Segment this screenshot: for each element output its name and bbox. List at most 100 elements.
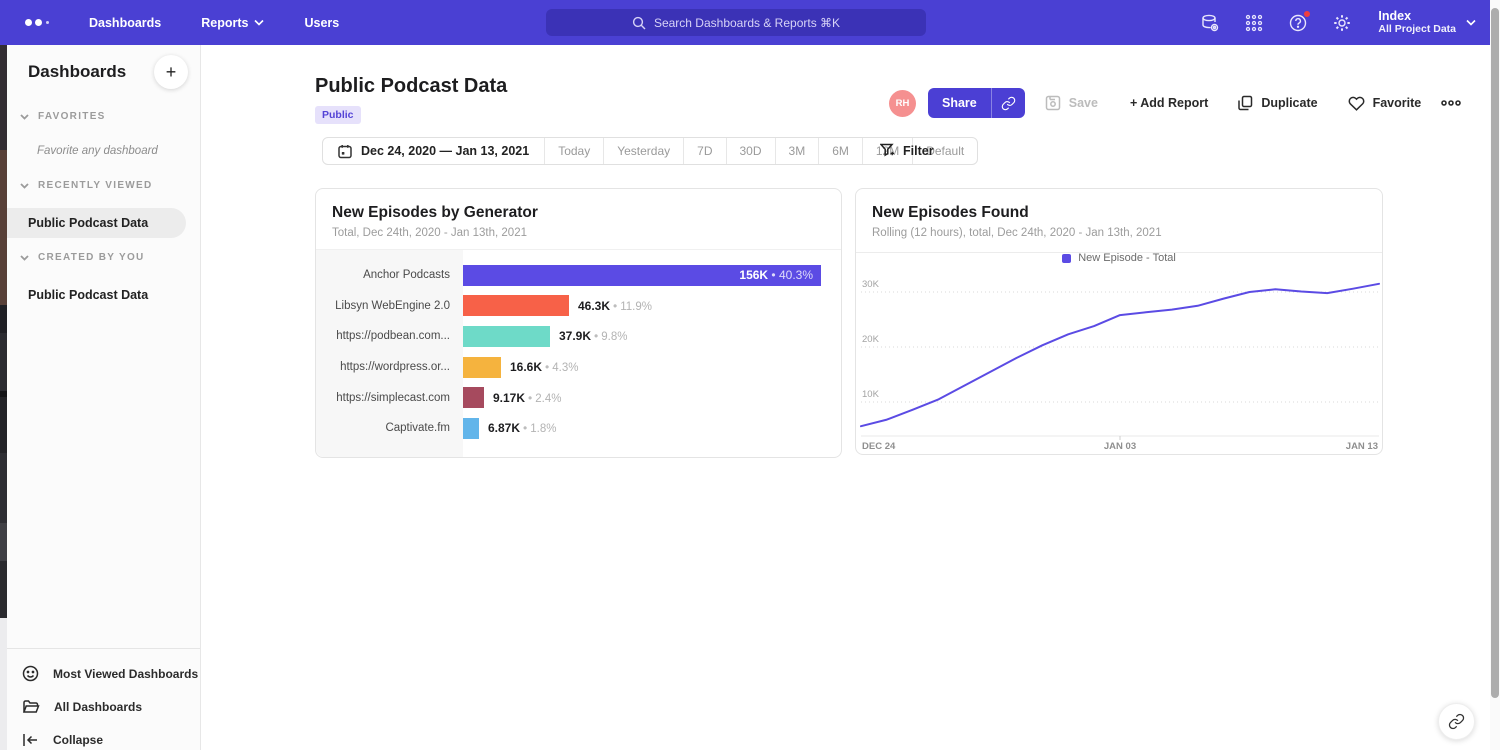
public-badge: Public	[315, 106, 361, 124]
bar-segment[interactable]	[463, 357, 501, 378]
legend-swatch	[1062, 254, 1071, 263]
share-link-button[interactable]	[991, 88, 1025, 118]
chevron-down-icon	[20, 114, 29, 120]
report-card-new-episodes-found: New Episodes Found Rolling (12 hours), t…	[855, 188, 1383, 455]
folder-icon	[22, 699, 40, 715]
project-name: Index	[1378, 9, 1456, 23]
report-subtitle: Rolling (12 hours), total, Dec 24th, 202…	[872, 227, 1366, 239]
share-split-button: Share	[928, 88, 1025, 118]
favorite-button[interactable]: Favorite	[1348, 96, 1422, 111]
collapse-icon	[22, 733, 39, 747]
bar-segment[interactable]	[463, 295, 569, 316]
bar-value-label: 16.6K•4.3%	[510, 360, 578, 374]
report-card-new-episodes-by-generator: New Episodes by Generator Total, Dec 24t…	[315, 188, 842, 458]
chart-legend: New Episode - Total	[856, 252, 1382, 264]
preset-yesterday[interactable]: Yesterday	[604, 138, 684, 164]
all-dashboards-button[interactable]: All Dashboards	[7, 690, 200, 723]
bar-segment[interactable]	[463, 418, 479, 439]
bar-chart: Anchor Podcasts156K • 40.3%Libsyn WebEng…	[316, 249, 841, 457]
avatar[interactable]: RH	[889, 90, 916, 117]
data-sources-icon[interactable]	[1200, 13, 1220, 33]
x-tick-jan13: JAN 13	[1346, 441, 1378, 452]
sidebar-section-created-by-you[interactable]: CREATED BY YOU	[20, 252, 145, 263]
x-tick-jan03: JAN 03	[1104, 441, 1136, 452]
preset-today[interactable]: Today	[545, 138, 604, 164]
preset-3m[interactable]: 3M	[776, 138, 820, 164]
bar-row: https://podbean.com...37.9K•9.8%	[316, 321, 841, 352]
bar-value-label: 6.87K•1.8%	[488, 421, 556, 435]
sidebar-item-public-podcast-data[interactable]: Public Podcast Data	[7, 208, 186, 238]
sidebar-item-public-podcast-data-created[interactable]: Public Podcast Data	[7, 280, 148, 310]
dashboard-actions: RH Share Save + Add Report Duplicate Fav…	[889, 88, 1461, 118]
sidebar-section-favorites[interactable]: FAVORITES	[20, 111, 106, 122]
filter-funnel-icon	[880, 143, 895, 159]
scrollbar-thumb[interactable]	[1491, 8, 1499, 698]
link-icon	[1001, 96, 1016, 111]
preset-6m[interactable]: 6M	[819, 138, 863, 164]
report-subtitle: Total, Dec 24th, 2020 - Jan 13th, 2021	[332, 227, 825, 239]
duplicate-icon	[1238, 95, 1253, 111]
chevron-down-icon	[1466, 19, 1476, 26]
bar-category-label: https://wordpress.or...	[316, 361, 463, 373]
preset-30d[interactable]: 30D	[727, 138, 776, 164]
bar-value-label: 46.3K•11.9%	[578, 299, 652, 313]
brand-logo-icon[interactable]	[25, 19, 49, 26]
bar-category-label: https://simplecast.com	[316, 392, 463, 404]
page-scrollbar[interactable]	[1490, 0, 1500, 750]
nav-item-dashboards[interactable]: Dashboards	[89, 16, 161, 30]
nav-right-cluster: Index All Project Data	[1200, 0, 1476, 45]
save-button[interactable]: Save	[1045, 95, 1098, 111]
nav-item-users[interactable]: Users	[304, 16, 339, 30]
filter-button[interactable]: Filter	[880, 137, 934, 165]
legend-label: New Episode - Total	[1078, 252, 1176, 264]
sidebar-footer: Most Viewed Dashboards All Dashboards Co…	[7, 648, 200, 750]
floating-link-button[interactable]	[1438, 703, 1475, 740]
add-report-button[interactable]: + Add Report	[1130, 96, 1208, 110]
nav-item-reports[interactable]: Reports	[201, 16, 264, 30]
chevron-down-icon	[20, 255, 29, 261]
preset-7d[interactable]: 7D	[684, 138, 726, 164]
most-viewed-dashboards-button[interactable]: Most Viewed Dashboards	[7, 657, 200, 690]
heart-icon	[1348, 96, 1365, 111]
report-title[interactable]: New Episodes Found	[872, 204, 1366, 222]
search-input[interactable]: Search Dashboards & Reports ⌘K	[546, 9, 926, 36]
line-chart[interactable]: 30K 20K 10K DEC 24 JAN 03 JAN 13	[856, 269, 1384, 456]
main-content: Public Podcast Data Public RH Share Save…	[201, 45, 1490, 750]
save-icon	[1045, 95, 1061, 111]
sidebar-title: Dashboards	[28, 62, 126, 82]
collapse-sidebar-button[interactable]: Collapse	[7, 723, 200, 750]
search-icon	[632, 16, 646, 30]
sidebar-section-recently-viewed[interactable]: RECENTLY VIEWED	[20, 180, 153, 191]
help-icon[interactable]	[1288, 13, 1308, 33]
duplicate-button[interactable]: Duplicate	[1238, 95, 1317, 111]
add-dashboard-button[interactable]: +	[154, 55, 188, 89]
line-series-new-episode-total[interactable]	[861, 284, 1379, 426]
calendar-icon	[338, 144, 352, 159]
more-options-button[interactable]	[1441, 99, 1461, 107]
notification-badge	[1303, 10, 1311, 18]
more-horizontal-icon	[1441, 99, 1461, 107]
bar-row: Anchor Podcasts156K • 40.3%	[316, 260, 841, 291]
bar-category-label: Captivate.fm	[316, 422, 463, 434]
bar-category-label: https://podbean.com...	[316, 330, 463, 342]
bar-row: Captivate.fm 6.87K•1.8%	[316, 413, 841, 444]
x-tick-dec24: DEC 24	[862, 441, 896, 452]
share-button[interactable]: Share	[928, 88, 991, 118]
date-range-picker[interactable]: Dec 24, 2020 — Jan 13, 2021	[323, 138, 545, 164]
chevron-down-icon	[20, 183, 29, 189]
top-nav: Dashboards Reports Users Search Dashboar…	[0, 0, 1490, 45]
favorites-empty-text: Favorite any dashboard	[37, 145, 158, 157]
bar-segment[interactable]: 156K • 40.3%	[463, 265, 821, 286]
smiley-icon	[22, 665, 39, 682]
bar-row: https://simplecast.com9.17K•2.4%	[316, 382, 841, 413]
bar-segment[interactable]	[463, 326, 550, 347]
bar-segment[interactable]	[463, 387, 484, 408]
y-tick-10k: 10K	[862, 389, 880, 400]
report-title[interactable]: New Episodes by Generator	[332, 204, 825, 222]
project-switcher[interactable]: Index All Project Data	[1378, 9, 1476, 36]
bar-category-label: Libsyn WebEngine 2.0	[316, 300, 463, 312]
sidebar: Dashboards + FAVORITES Favorite any dash…	[7, 45, 201, 750]
settings-gear-icon[interactable]	[1332, 13, 1352, 33]
apps-grid-icon[interactable]	[1244, 13, 1264, 33]
bar-row: Libsyn WebEngine 2.0 46.3K•11.9%	[316, 291, 841, 322]
